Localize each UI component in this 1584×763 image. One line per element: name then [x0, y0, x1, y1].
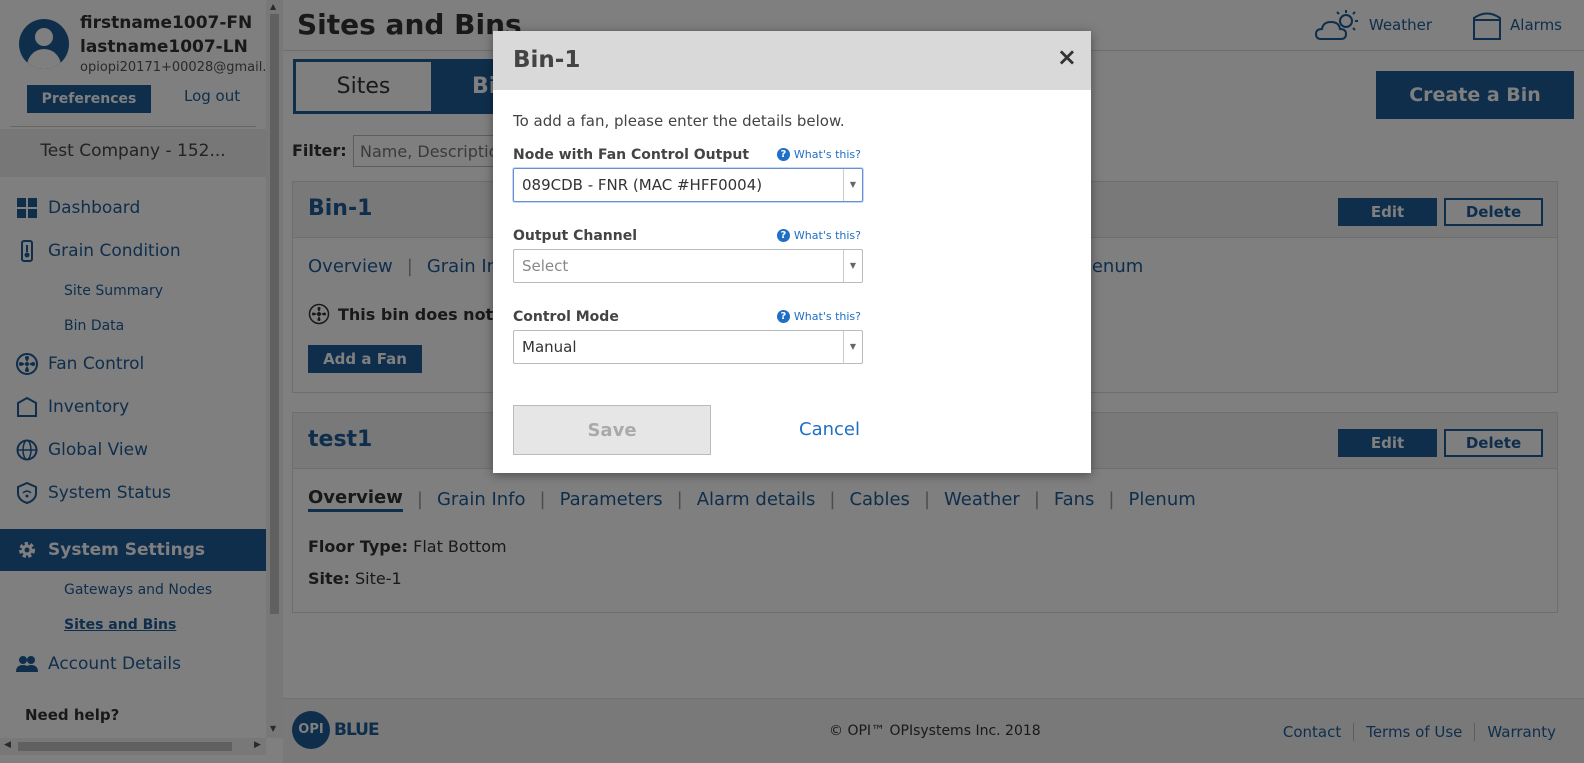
output-channel-placeholder: Select — [522, 257, 569, 275]
node-select-value: 089CDB - FNR (MAC #HFF0004) — [522, 176, 763, 194]
modal-title: Bin-1 — [513, 47, 581, 73]
whats-this-label: What's this? — [793, 229, 861, 242]
output-channel-label: Output Channel — [513, 228, 638, 244]
whats-this-link[interactable]: ? What's this? — [776, 229, 861, 242]
node-select[interactable]: 089CDB - FNR (MAC #HFF0004) ▼ — [513, 168, 863, 202]
whats-this-link[interactable]: ? What's this? — [776, 310, 861, 323]
whats-this-label: What's this? — [793, 310, 861, 323]
chevron-down-icon: ▼ — [843, 169, 862, 201]
chevron-down-icon: ▼ — [843, 250, 862, 282]
node-label: Node with Fan Control Output — [513, 147, 750, 163]
chevron-down-icon: ▼ — [843, 331, 862, 363]
control-mode-value: Manual — [522, 338, 577, 356]
close-icon[interactable]: × — [1057, 45, 1077, 69]
help-icon: ? — [776, 229, 790, 242]
save-button[interactable]: Save — [513, 405, 711, 455]
add-fan-modal: Bin-1 × To add a fan, please enter the d… — [493, 31, 1091, 473]
control-mode-label: Control Mode — [513, 309, 619, 325]
whats-this-label: What's this? — [793, 148, 861, 161]
help-icon: ? — [776, 148, 790, 161]
output-channel-select[interactable]: Select ▼ — [513, 249, 863, 283]
modal-intro: To add a fan, please enter the details b… — [513, 112, 845, 130]
whats-this-link[interactable]: ? What's this? — [776, 148, 861, 161]
control-mode-select[interactable]: Manual ▼ — [513, 330, 863, 364]
cancel-button[interactable]: Cancel — [799, 419, 860, 440]
help-icon: ? — [776, 310, 790, 323]
modal-header: Bin-1 × — [493, 31, 1091, 90]
